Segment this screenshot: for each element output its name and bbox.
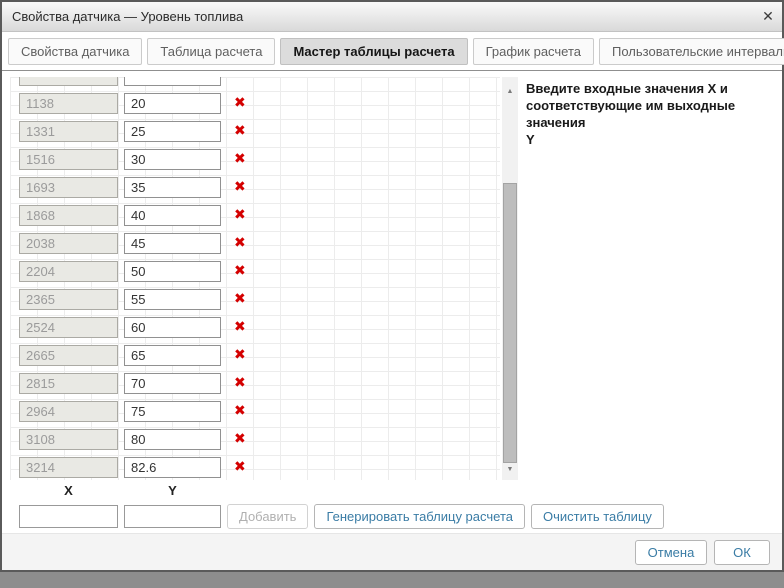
table-row: ✖: [10, 121, 500, 149]
delete-row-icon[interactable]: ✖: [234, 318, 246, 336]
y-value-input[interactable]: [124, 317, 221, 338]
y-column-label: Y: [124, 483, 221, 498]
help-text: Введите входные значения X и соответству…: [526, 80, 780, 148]
table-row: ✖: [10, 93, 500, 121]
y-value-input[interactable]: [124, 77, 221, 86]
delete-row-icon[interactable]: ✖: [234, 402, 246, 420]
x-value-input: [19, 373, 118, 394]
new-x-input[interactable]: [19, 505, 118, 528]
table-row: ✖: [10, 373, 500, 401]
y-value-input[interactable]: [124, 345, 221, 366]
x-value-input: [19, 429, 118, 450]
x-value-input: [19, 205, 118, 226]
delete-row-icon[interactable]: ✖: [234, 94, 246, 112]
delete-row-icon[interactable]: ✖: [234, 346, 246, 364]
dialog-title: Свойства датчика — Уровень топлива: [2, 9, 754, 24]
x-value-input: [19, 233, 118, 254]
delete-row-icon[interactable]: ✖: [234, 234, 246, 252]
delete-row-icon[interactable]: ✖: [234, 178, 246, 196]
table-row: ✖: [10, 317, 500, 345]
entry-controls: Добавить Генерировать таблицу расчета Оч…: [10, 504, 664, 529]
delete-row-icon[interactable]: ✖: [234, 374, 246, 392]
dialog-titlebar: Свойства датчика — Уровень топлива ✕: [2, 2, 782, 32]
x-value-input: [19, 149, 118, 170]
delete-row-icon[interactable]: ✖: [234, 150, 246, 168]
scrollbar-thumb[interactable]: [503, 183, 517, 463]
x-value-input: [19, 177, 118, 198]
table-row: ✖: [10, 261, 500, 289]
tab-bar: Свойства датчика Таблица расчета Мастер …: [2, 32, 782, 71]
table-row: ✖: [10, 233, 500, 261]
table-row: ✖: [10, 429, 500, 457]
tab-sensor-properties[interactable]: Свойства датчика: [8, 38, 142, 65]
add-button: Добавить: [227, 504, 308, 529]
y-value-input[interactable]: [124, 401, 221, 422]
y-value-input[interactable]: [124, 429, 221, 450]
y-value-input[interactable]: [124, 177, 221, 198]
tab-calculation-table[interactable]: Таблица расчета: [147, 38, 275, 65]
y-value-input[interactable]: [124, 93, 221, 114]
table-row: ✖: [10, 177, 500, 205]
y-value-input[interactable]: [124, 121, 221, 142]
delete-row-icon[interactable]: ✖: [234, 290, 246, 308]
y-value-input[interactable]: [124, 233, 221, 254]
table-row: ✖: [10, 149, 500, 177]
y-value-input[interactable]: [124, 261, 221, 282]
x-value-input: [19, 317, 118, 338]
x-value-input: [19, 93, 118, 114]
table-row: ✖: [10, 205, 500, 233]
table-row: ✖: [10, 289, 500, 317]
x-value-input: [19, 289, 118, 310]
table-rows: ✖ ✖ ✖: [10, 77, 500, 480]
delete-row-icon[interactable]: ✖: [234, 122, 246, 140]
x-value-input: [19, 345, 118, 366]
tab-custom-intervals[interactable]: Пользовательские интервалы: [599, 38, 784, 65]
x-value-input: [19, 77, 118, 86]
delete-row-icon[interactable]: ✖: [234, 458, 246, 476]
scroll-up-icon[interactable]: ▲: [502, 84, 518, 100]
delete-row-icon[interactable]: ✖: [234, 430, 246, 448]
new-y-input[interactable]: [124, 505, 221, 528]
close-icon[interactable]: ✕: [754, 2, 782, 31]
delete-row-icon[interactable]: ✖: [234, 262, 246, 280]
sensor-properties-dialog: Свойства датчика — Уровень топлива ✕ Сво…: [0, 0, 784, 572]
table-row-partial: [10, 77, 500, 93]
tab-calculation-table-wizard[interactable]: Мастер таблицы расчета: [280, 38, 467, 65]
table-viewport: ✖ ✖ ✖: [10, 77, 500, 480]
table-row: ✖: [10, 345, 500, 373]
wizard-content: ✖ ✖ ✖: [2, 71, 782, 541]
x-column-label: X: [19, 483, 118, 498]
x-value-input: [19, 457, 118, 478]
dialog-footer: Отмена ОК: [2, 533, 782, 570]
cancel-button[interactable]: Отмена: [635, 540, 707, 565]
vertical-scrollbar[interactable]: ▲ ▼: [502, 77, 518, 480]
scroll-down-icon[interactable]: ▼: [502, 462, 518, 478]
table-row: ✖: [10, 401, 500, 429]
y-value-input[interactable]: [124, 289, 221, 310]
x-value-input: [19, 121, 118, 142]
y-value-input[interactable]: [124, 373, 221, 394]
y-value-input[interactable]: [124, 457, 221, 478]
clear-table-button[interactable]: Очистить таблицу: [531, 504, 664, 529]
y-value-input[interactable]: [124, 205, 221, 226]
x-value-input: [19, 401, 118, 422]
tab-calculation-chart[interactable]: График расчета: [473, 38, 594, 65]
delete-row-icon[interactable]: ✖: [234, 206, 246, 224]
x-value-input: [19, 261, 118, 282]
generate-table-button[interactable]: Генерировать таблицу расчета: [314, 504, 525, 529]
ok-button[interactable]: ОК: [714, 540, 770, 565]
y-value-input[interactable]: [124, 149, 221, 170]
table-row: ✖: [10, 457, 500, 480]
entry-labels: X Y: [10, 483, 221, 498]
